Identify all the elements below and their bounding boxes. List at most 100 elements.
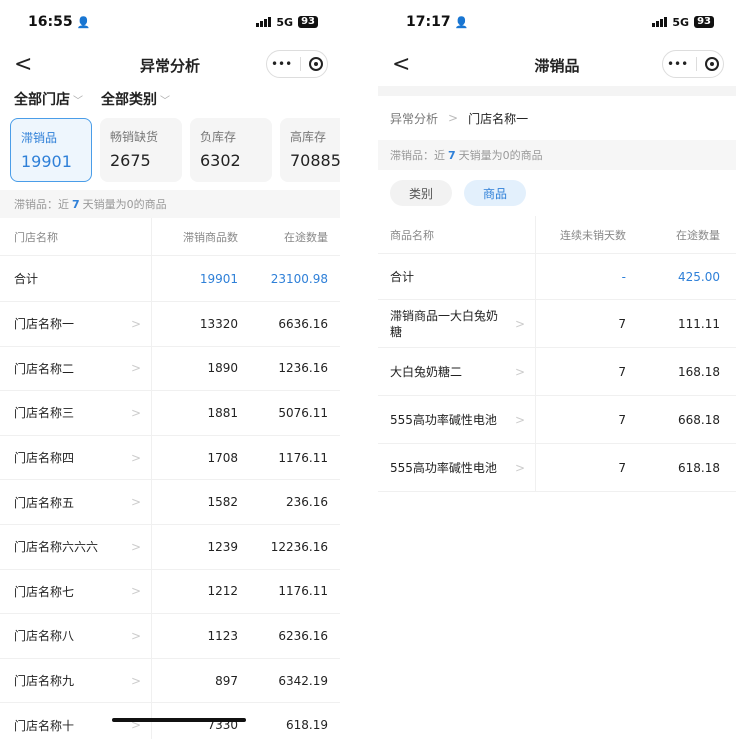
slow-count: 1890 xyxy=(207,361,238,376)
more-icon[interactable]: ••• xyxy=(667,57,688,71)
header-in-transit: 在途数量 xyxy=(284,230,328,244)
table-row[interactable]: 门店名称八 >1123 6236.16 xyxy=(0,614,340,659)
network-type: 5G xyxy=(276,15,294,29)
table-row[interactable]: 门店名称一 >13320 6636.16 xyxy=(0,302,340,347)
slow-count: 1123 xyxy=(207,628,238,643)
chevron-right-icon: > xyxy=(514,316,525,331)
chevron-right-icon: > xyxy=(514,364,525,379)
home-indicator xyxy=(112,718,246,722)
product-name: 555高功率碱性电池 xyxy=(390,412,497,427)
store-filter-label: 全部门店 xyxy=(14,92,70,108)
total-days: - xyxy=(621,269,626,284)
slow-count: 1212 xyxy=(207,584,238,599)
status-time: 16:55 xyxy=(28,14,73,30)
breadcrumb-separator-icon: > xyxy=(448,111,459,125)
slow-selling-hint: 滞销品：近 7 天销量为0的商品 xyxy=(378,140,736,170)
total-qty: 23100.98 xyxy=(270,271,328,286)
table-row[interactable]: 门店名称四 >1708 1176.11 xyxy=(0,435,340,481)
header-store-name: 门店名称 xyxy=(14,230,58,244)
slow-selling-detail-screen: 17:17 👤 5G 93 < 滞销品 ••• 异常分析 > 门店名称一 滞销品：… xyxy=(378,0,736,739)
slow-count: 13320 xyxy=(199,316,238,331)
in-transit-qty: 618.18 xyxy=(678,460,720,475)
total-qty: 425.00 xyxy=(678,269,720,284)
close-mini-program-icon[interactable] xyxy=(705,57,720,71)
store-name: 门店名称八 xyxy=(14,629,75,644)
category-filter-label: 全部类别 xyxy=(101,92,157,108)
chevron-right-icon: > xyxy=(130,673,141,688)
chevron-down-icon: ﹀ xyxy=(160,96,170,107)
slow-count: 1582 xyxy=(207,495,238,510)
hint-prefix: 滞销品：近 xyxy=(14,198,69,211)
nav-bar: < 滞销品 ••• xyxy=(378,44,736,86)
tab-category[interactable]: 类别 xyxy=(390,180,452,206)
category-filter[interactable]: 全部类别 ﹀ xyxy=(101,89,170,109)
card-label: 高库存 xyxy=(290,130,327,144)
chevron-right-icon: > xyxy=(130,628,141,643)
chevron-right-icon: > xyxy=(130,584,141,599)
card-value: 70885 xyxy=(290,151,340,170)
table-row[interactable]: 滞销商品一大白兔奶糖 >7 111.11 xyxy=(378,300,736,348)
product-name: 555高功率碱性电池 xyxy=(390,460,497,475)
table-header: 商品名称 连续未销天数 在途数量 xyxy=(378,216,736,254)
battery-icon: 93 xyxy=(298,16,318,28)
back-icon[interactable]: < xyxy=(392,52,410,77)
chevron-right-icon: > xyxy=(130,495,141,510)
store-name: 门店名称六六六 xyxy=(14,540,99,555)
chevron-right-icon: > xyxy=(130,361,141,376)
page-title: 异常分析 xyxy=(139,56,200,75)
slow-count: 897 xyxy=(215,673,238,688)
network-type: 5G xyxy=(672,15,690,29)
breadcrumb-parent[interactable]: 异常分析 xyxy=(390,110,438,127)
in-transit-qty: 236.16 xyxy=(286,495,328,510)
store-name: 门店名称五 xyxy=(14,495,75,510)
card-label: 滞销品 xyxy=(21,131,58,145)
store-table: 门店名称 滞销商品数 在途数量 合计 19901 23100.98 门店名称一 >… xyxy=(0,218,340,739)
table-row[interactable]: 门店名称七 >1212 1176.11 xyxy=(0,569,340,615)
unsold-days: 7 xyxy=(618,364,626,379)
in-transit-qty: 1176.11 xyxy=(278,584,328,599)
table-row[interactable]: 门店名称九 >897 6342.19 xyxy=(0,658,340,704)
store-name: 门店名称七 xyxy=(14,584,75,599)
slow-count: 1239 xyxy=(207,539,238,554)
unsold-days: 7 xyxy=(618,412,626,427)
tab-product[interactable]: 商品 xyxy=(464,180,526,206)
card-high-stock[interactable]: 高库存 70885 xyxy=(280,118,340,182)
table-row[interactable]: 门店名称三 >1881 5076.11 xyxy=(0,391,340,436)
back-icon[interactable]: < xyxy=(14,52,32,77)
table-row[interactable]: 555高功率碱性电池 >7 668.18 xyxy=(378,396,736,444)
close-mini-program-icon[interactable] xyxy=(309,57,324,71)
metric-cards: 滞销品 19901 畅销缺货 2675 负库存 6302 高库存 70885 xyxy=(0,112,340,186)
nav-bar: < 异常分析 ••• xyxy=(0,44,340,86)
in-transit-qty: 1176.11 xyxy=(278,450,328,465)
battery-icon: 93 xyxy=(694,16,714,28)
hint-prefix: 滞销品：近 xyxy=(390,149,445,162)
store-filter[interactable]: 全部门店 ﹀ xyxy=(14,89,83,109)
in-transit-qty: 12236.16 xyxy=(270,539,328,554)
mini-program-capsule: ••• xyxy=(662,50,724,78)
card-slow-selling[interactable]: 滞销品 19901 xyxy=(10,118,92,182)
person-icon: 👤 xyxy=(76,15,91,29)
chevron-down-icon: ﹀ xyxy=(73,96,83,107)
more-icon[interactable]: ••• xyxy=(271,57,292,71)
signal-icon xyxy=(652,17,668,27)
store-name: 门店名称三 xyxy=(14,406,75,421)
hint-days: 7 xyxy=(448,148,456,162)
slow-count: 1881 xyxy=(207,405,238,420)
table-total-row: 合计 - 425.00 xyxy=(378,254,736,300)
card-negative-stock[interactable]: 负库存 6302 xyxy=(190,118,272,182)
store-analysis-screen: 16:55 👤 5G 93 < 异常分析 ••• 全部门店 ﹀ 全部类别 ﹀ 滞销品 … xyxy=(0,0,340,739)
header-unsold-days: 连续未销天数 xyxy=(560,228,626,242)
status-bar: 17:17 👤 5G 93 xyxy=(378,0,736,44)
chevron-right-icon: > xyxy=(130,405,141,420)
in-transit-qty: 6342.19 xyxy=(278,673,328,688)
table-row[interactable]: 大白兔奶糖二 >7 168.18 xyxy=(378,348,736,396)
card-label: 畅销缺货 xyxy=(110,130,159,144)
table-row[interactable]: 555高功率碱性电池 >7 618.18 xyxy=(378,444,736,492)
divider xyxy=(378,86,736,96)
in-transit-qty: 168.18 xyxy=(678,364,720,379)
store-name: 门店名称十 xyxy=(14,718,75,733)
table-row[interactable]: 门店名称六六六 >1239 12236.16 xyxy=(0,524,340,570)
table-row[interactable]: 门店名称五 >1582 236.16 xyxy=(0,480,340,525)
card-out-of-stock[interactable]: 畅销缺货 2675 xyxy=(100,118,182,182)
table-row[interactable]: 门店名称二 >1890 1236.16 xyxy=(0,346,340,392)
